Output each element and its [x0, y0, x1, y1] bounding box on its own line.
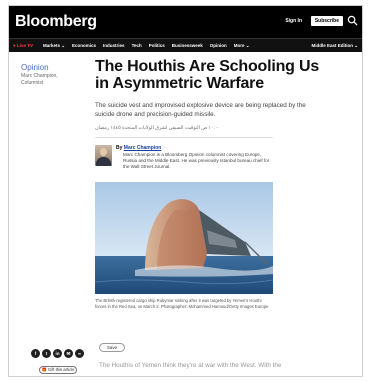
article-headline: The Houthis Are Schooling Us in Asymmetr… [95, 58, 320, 92]
gift-article-button[interactable]: 🎁 Gift this article [39, 366, 77, 374]
nav-bar: ● Live TV Markets ⌄ Economics Industries… [9, 38, 362, 52]
facebook-icon[interactable]: f [31, 349, 40, 358]
browser-frame: Bloomberg Sign In Subscribe ● Live TV Ma… [8, 5, 363, 377]
nav-live-tv[interactable]: ● Live TV [13, 43, 33, 48]
nav-item-businessweek[interactable]: Businessweek [172, 43, 203, 49]
sidebar-author: Marc Champion, Columnist [21, 73, 81, 87]
twitter-icon[interactable]: t [42, 349, 51, 358]
ship-sinking-image [95, 182, 273, 294]
section-label[interactable]: Opinion [21, 63, 49, 72]
signin-link[interactable]: Sign In [285, 18, 302, 24]
top-bar: Bloomberg Sign In Subscribe [9, 6, 362, 38]
copy-link-icon[interactable]: ∞ [75, 349, 84, 358]
photo-caption: The British-registered cargo ship Rubyma… [95, 298, 269, 309]
nav-item-tech[interactable]: Tech [132, 43, 142, 49]
byline: By Marc Champion [116, 145, 161, 151]
search-icon[interactable] [347, 15, 358, 26]
author-bio: Marc Champion is a Bloomberg Opinion col… [123, 152, 270, 169]
article-body-start: The Houthis of Yemen think they're at wa… [99, 362, 282, 369]
nav-item-more[interactable]: More ⌄ [234, 43, 250, 49]
author-avatar[interactable] [95, 145, 112, 166]
sidebar-author-name[interactable]: Marc Champion, [21, 73, 81, 80]
nav-item-economics[interactable]: Economics [72, 43, 96, 49]
nav-items: Markets ⌄ Economics Industries Tech Poli… [43, 43, 250, 49]
byline-author-link[interactable]: Marc Champion [124, 145, 162, 151]
nav-item-opinion[interactable]: Opinion [210, 43, 227, 49]
article-dek: The suicide vest and improvised explosiv… [95, 102, 306, 118]
divider [95, 137, 273, 138]
bloomberg-logo[interactable]: Bloomberg [15, 13, 97, 31]
nav-item-markets[interactable]: Markets ⌄ [43, 43, 65, 49]
nav-item-politics[interactable]: Politics [149, 43, 165, 49]
email-icon[interactable]: ✉ [64, 349, 73, 358]
save-button[interactable]: Save [99, 343, 125, 352]
linkedin-icon[interactable]: in [53, 349, 62, 358]
article-photo [95, 182, 273, 294]
nav-item-industries[interactable]: Industries [103, 43, 125, 49]
sidebar-author-role: Columnist [21, 80, 44, 86]
edition-selector[interactable]: Middle East Edition ⌄ [311, 43, 358, 49]
share-bar: f t in ✉ ∞ [31, 349, 84, 358]
article-dateline: ١٠:٠٠ ص التوقيت الصيفي لشرق الولايات الم… [95, 126, 221, 131]
subscribe-button[interactable]: Subscribe [310, 16, 343, 26]
byline-prefix: By [116, 145, 123, 151]
